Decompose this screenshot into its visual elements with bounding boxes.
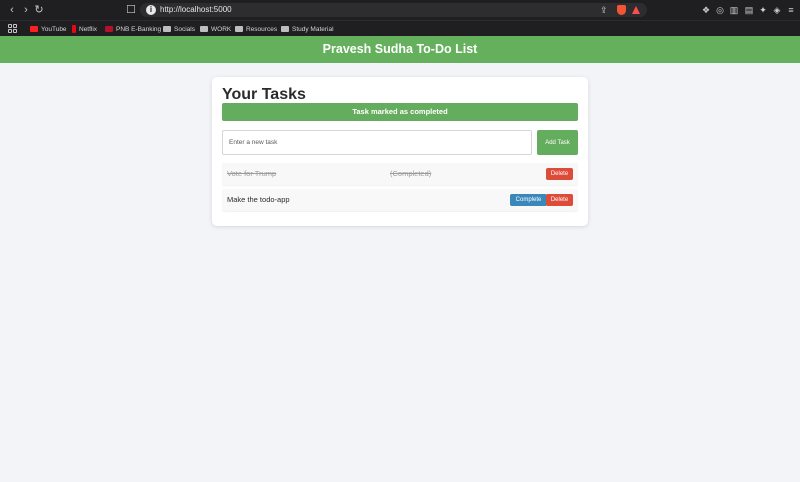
app-header: Pravesh Sudha To-Do List [0,36,800,63]
delete-button[interactable]: Delete [546,194,573,206]
tasks-card: Your Tasks Task marked as completed Add … [212,77,588,226]
folder-icon [281,26,289,32]
folder-icon [163,26,171,32]
page-title: Your Tasks [222,86,306,103]
url-text[interactable]: http://localhost:5000 [160,4,232,16]
back-icon[interactable]: ‹ [5,3,19,17]
bookmark-study-material[interactable]: Study Material [281,23,334,35]
flash-message: Task marked as completed [222,103,578,121]
brave-shield-icon[interactable] [617,5,626,15]
extensions-icon[interactable]: ❖ [700,3,712,17]
bookmark-label: WORK [211,25,232,33]
browser-toolbar: ‹ › ↻ ☐ i http://localhost:5000 ⇪ ❖ ◎ ▥ … [0,0,800,20]
bookmark-label: YouTube [41,25,67,33]
task-status: (Completed) [390,169,432,178]
netflix-icon [72,25,76,33]
share-icon[interactable]: ⇪ [600,4,608,16]
task-text: Make the todo-app [227,195,290,204]
bookmark-label: Study Material [292,25,334,33]
bookmark-pnb[interactable]: PNB E-Banking [105,23,161,35]
new-task-input[interactable] [222,130,532,155]
complete-button[interactable]: Complete [510,194,547,206]
bookmark-work[interactable]: WORK [200,23,231,35]
folder-icon [235,26,243,32]
bookmark-label: PNB E-Banking [116,25,162,33]
bookmark-icon[interactable]: ☐ [124,3,138,17]
bookmark-resources[interactable]: Resources [235,23,277,35]
task-text: Vote for Trump [227,169,277,178]
apps-grid-icon[interactable] [8,24,17,33]
app-title: Pravesh Sudha To-Do List [322,42,478,56]
wallet-extension-icon[interactable]: ◎ [714,3,726,17]
wallet-icon[interactable]: ▤ [743,3,755,17]
bookmark-netflix[interactable]: Netflix [72,23,97,35]
bookmark-youtube[interactable]: YouTube [30,23,67,35]
vpn-icon[interactable]: ◈ [771,3,783,17]
folder-icon [200,26,208,32]
bookmark-label: Resources [246,25,278,33]
youtube-icon [30,26,38,32]
bookmark-socials[interactable]: Socials [163,23,195,35]
bookmark-label: Socials [174,25,195,33]
bookmark-label: Netflix [79,25,98,33]
sidebar-icon[interactable]: ▥ [728,3,740,17]
reload-icon[interactable]: ↻ [32,3,46,17]
task-item: Vote for Trump (Completed) Delete [222,163,578,185]
forward-icon[interactable]: › [19,3,33,17]
address-bar[interactable]: i http://localhost:5000 ⇪ [140,3,647,17]
pnb-icon [105,26,113,32]
site-info-icon[interactable]: i [146,5,156,15]
delete-button[interactable]: Delete [546,168,573,180]
bookmarks-bar: YouTube Netflix PNB E-Banking Socials WO… [0,20,800,36]
add-task-button[interactable]: Add Task [537,130,578,155]
menu-icon[interactable]: ≡ [785,3,797,17]
leo-ai-icon[interactable]: ✦ [757,3,769,17]
brave-rewards-icon[interactable] [632,6,640,14]
task-item: Make the todo-app Complete Delete [222,189,578,211]
